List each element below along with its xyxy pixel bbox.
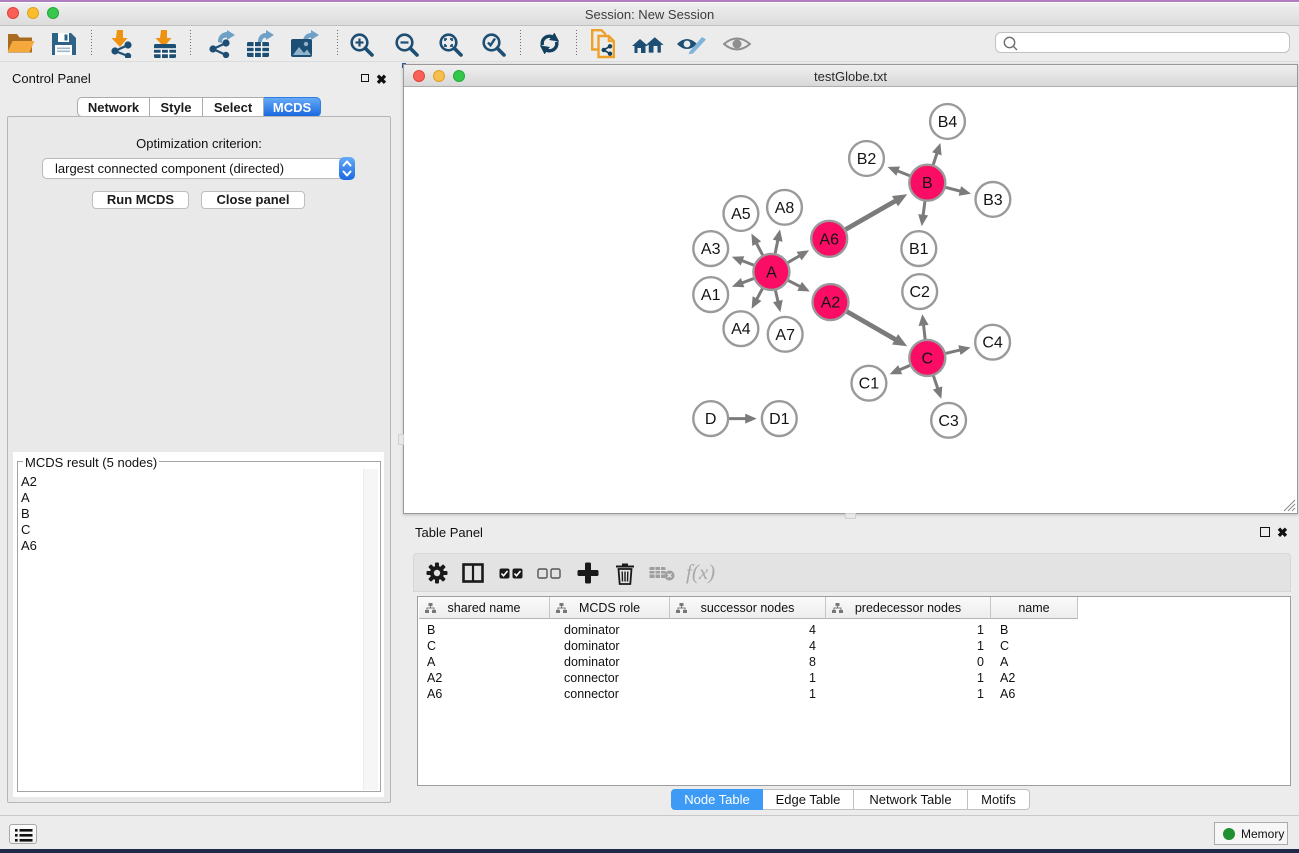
svg-text:C1: C1 <box>859 376 880 393</box>
svg-text:C: C <box>922 350 934 367</box>
svg-text:D1: D1 <box>769 411 790 428</box>
svg-text:B1: B1 <box>909 241 929 258</box>
svg-text:A4: A4 <box>731 321 751 338</box>
svg-text:B: B <box>922 175 933 192</box>
svg-text:B3: B3 <box>983 192 1003 209</box>
svg-text:C2: C2 <box>909 284 930 301</box>
svg-text:C4: C4 <box>982 335 1003 352</box>
svg-text:A1: A1 <box>701 287 721 304</box>
svg-text:C3: C3 <box>938 413 959 430</box>
svg-text:A2: A2 <box>821 295 841 312</box>
svg-text:A: A <box>766 264 777 281</box>
svg-text:A7: A7 <box>775 327 795 344</box>
svg-text:B2: B2 <box>857 151 877 168</box>
svg-text:D: D <box>705 411 717 428</box>
svg-text:B4: B4 <box>938 114 958 131</box>
svg-text:A3: A3 <box>701 241 721 258</box>
svg-text:A6: A6 <box>819 231 839 248</box>
svg-text:A8: A8 <box>775 200 795 217</box>
svg-text:A5: A5 <box>731 206 751 223</box>
